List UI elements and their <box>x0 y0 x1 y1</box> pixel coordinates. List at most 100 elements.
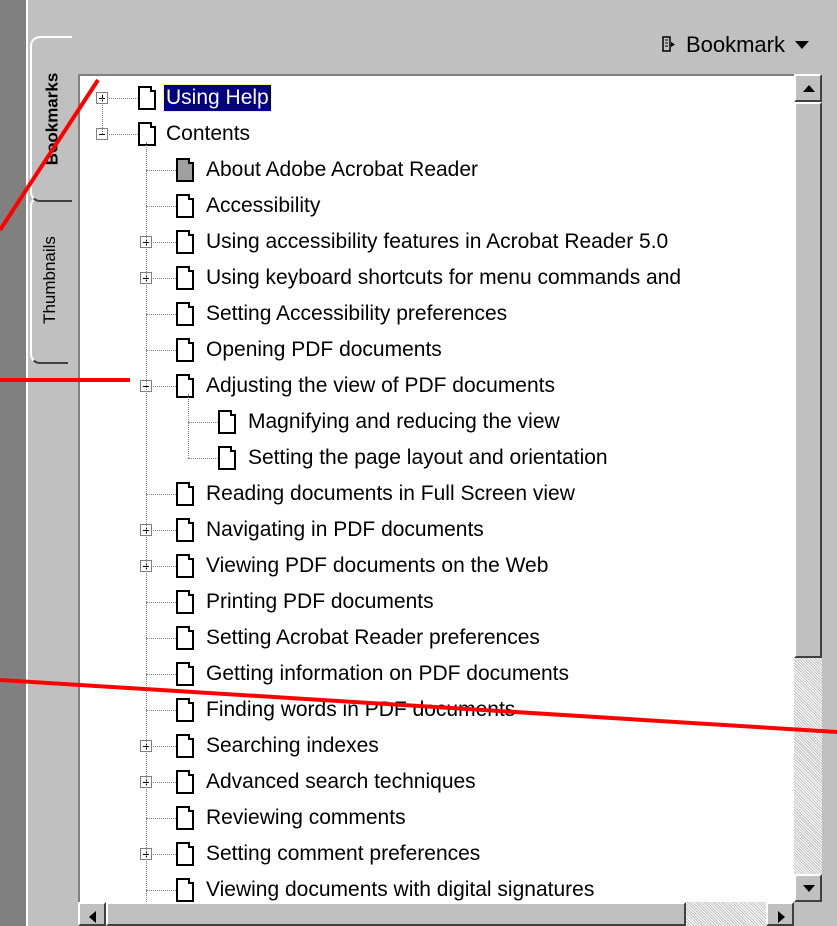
bookmarks-panel: Thumbnails Bookmarks Bookmark Using Help… <box>0 0 837 926</box>
tree-connector <box>188 422 218 423</box>
bookmark-label[interactable]: Printing PDF documents <box>204 589 436 615</box>
bookmark-label[interactable]: Advanced search techniques <box>204 769 478 795</box>
arrow-down-icon <box>803 885 815 892</box>
bookmark-item[interactable]: Navigating in PDF documents <box>80 512 794 548</box>
page-icon <box>176 338 194 362</box>
bookmark-label[interactable]: Reading documents in Full Screen view <box>204 481 577 507</box>
page-icon <box>218 446 236 470</box>
bookmark-label[interactable]: Viewing documents with digital signature… <box>204 877 596 902</box>
bookmark-label[interactable]: Using accessibility features in Acrobat … <box>204 229 670 255</box>
tree-guide-line <box>146 142 147 902</box>
window-left-border <box>0 0 26 926</box>
tab-bookmarks[interactable]: Bookmarks <box>30 36 72 202</box>
page-icon <box>176 230 194 254</box>
scroll-right-button[interactable] <box>766 902 794 926</box>
page-icon <box>176 158 194 182</box>
tree-connector <box>146 206 176 207</box>
bookmark-item[interactable]: Setting Acrobat Reader preferences <box>80 620 794 656</box>
bookmark-item[interactable]: Accessibility <box>80 188 794 224</box>
bookmark-label[interactable]: Setting comment preferences <box>204 841 482 867</box>
bookmark-item[interactable]: Using keyboard shortcuts for menu comman… <box>80 260 794 296</box>
window-right-border <box>822 0 837 926</box>
bookmark-label[interactable]: Setting the page layout and orientation <box>246 445 610 471</box>
bookmark-item[interactable]: Reviewing comments <box>80 800 794 836</box>
page-icon <box>176 518 194 542</box>
tab-thumbnails-label: Thumbnails <box>40 236 59 324</box>
bookmark-item[interactable]: Printing PDF documents <box>80 584 794 620</box>
bookmark-label[interactable]: Accessibility <box>204 193 322 219</box>
bookmark-options-icon <box>662 35 676 55</box>
bookmark-label[interactable]: Navigating in PDF documents <box>204 517 486 543</box>
scroll-down-button[interactable] <box>794 874 822 902</box>
bookmark-label[interactable]: Getting information on PDF documents <box>204 661 571 687</box>
page-icon <box>176 626 194 650</box>
tree-connector <box>146 890 176 891</box>
bookmark-item[interactable]: Using accessibility features in Acrobat … <box>80 224 794 260</box>
bookmark-item[interactable]: Reading documents in Full Screen view <box>80 476 794 512</box>
bookmark-label[interactable]: Reviewing comments <box>204 805 408 831</box>
page-icon <box>176 302 194 326</box>
tree-connector <box>188 458 218 459</box>
page-icon <box>176 194 194 218</box>
bookmark-label[interactable]: Setting Accessibility preferences <box>204 301 509 327</box>
bookmark-item[interactable]: Viewing documents with digital signature… <box>80 872 794 902</box>
bookmark-label[interactable]: Setting Acrobat Reader preferences <box>204 625 542 651</box>
bookmark-label[interactable]: Opening PDF documents <box>204 337 444 363</box>
bookmark-item[interactable]: Setting comment preferences <box>80 836 794 872</box>
tree-connector <box>146 314 176 315</box>
page-icon <box>176 842 194 866</box>
page-icon <box>138 86 156 110</box>
bookmark-label[interactable]: About Adobe Acrobat Reader <box>204 157 480 183</box>
bookmark-item[interactable]: Getting information on PDF documents <box>80 656 794 692</box>
scrollbar-corner <box>794 902 822 926</box>
bookmark-label[interactable]: Using keyboard shortcuts for menu comman… <box>204 265 683 291</box>
page-icon <box>176 590 194 614</box>
page-icon <box>176 878 194 902</box>
tree-connector <box>146 710 176 711</box>
bookmark-item[interactable]: Opening PDF documents <box>80 332 794 368</box>
horizontal-scroll-thumb[interactable] <box>106 902 686 926</box>
bookmark-item[interactable]: About Adobe Acrobat Reader <box>80 152 794 188</box>
bookmark-item[interactable]: Using Help <box>80 80 794 116</box>
bookmark-label[interactable]: Viewing PDF documents on the Web <box>204 553 550 579</box>
bookmark-tree[interactable]: Using Help Contents About Adobe Acrobat Re… <box>78 74 794 902</box>
bookmark-item[interactable]: Finding words in PDF documents <box>80 692 794 728</box>
arrow-up-icon <box>803 85 815 92</box>
tree-connector <box>146 602 176 603</box>
bookmark-label[interactable]: Finding words in PDF documents <box>204 697 517 723</box>
tab-bookmarks-label: Bookmarks <box>42 72 62 166</box>
tree-guide-line <box>188 394 189 458</box>
tree-connector <box>146 350 176 351</box>
bookmark-item[interactable]: Setting Accessibility preferences <box>80 296 794 332</box>
bookmark-label[interactable]: Adjusting the view of PDF documents <box>204 373 557 399</box>
bookmark-item[interactable]: Advanced search techniques <box>80 764 794 800</box>
bookmark-item[interactable]: Viewing PDF documents on the Web <box>80 548 794 584</box>
page-icon <box>176 554 194 578</box>
page-icon <box>138 122 156 146</box>
chevron-down-icon <box>795 41 809 49</box>
page-icon <box>176 698 194 722</box>
vertical-scroll-thumb[interactable] <box>794 102 822 658</box>
bookmark-label[interactable]: Contents <box>164 121 252 147</box>
scroll-left-button[interactable] <box>78 902 106 926</box>
scroll-up-button[interactable] <box>794 74 822 102</box>
panel-header: Bookmark <box>78 14 837 74</box>
page-icon <box>176 662 194 686</box>
page-icon <box>176 770 194 794</box>
page-icon <box>218 410 236 434</box>
tree-connector <box>146 818 176 819</box>
horizontal-scrollbar[interactable] <box>78 902 794 926</box>
bookmark-item[interactable]: Contents <box>80 116 794 152</box>
bookmark-menu-button[interactable]: Bookmark <box>662 32 809 58</box>
page-icon <box>176 734 194 758</box>
bookmark-item[interactable]: Searching indexes <box>80 728 794 764</box>
tree-connector <box>146 170 176 171</box>
bookmark-label[interactable]: Using Help <box>163 84 272 112</box>
page-icon <box>176 374 194 398</box>
page-icon <box>176 806 194 830</box>
bookmark-label[interactable]: Searching indexes <box>204 733 381 759</box>
tab-thumbnails[interactable]: Thumbnails <box>30 196 68 364</box>
bookmark-menu-label: Bookmark <box>685 32 785 57</box>
bookmark-label[interactable]: Magnifying and reducing the view <box>246 409 562 435</box>
vertical-scrollbar[interactable] <box>794 74 822 902</box>
